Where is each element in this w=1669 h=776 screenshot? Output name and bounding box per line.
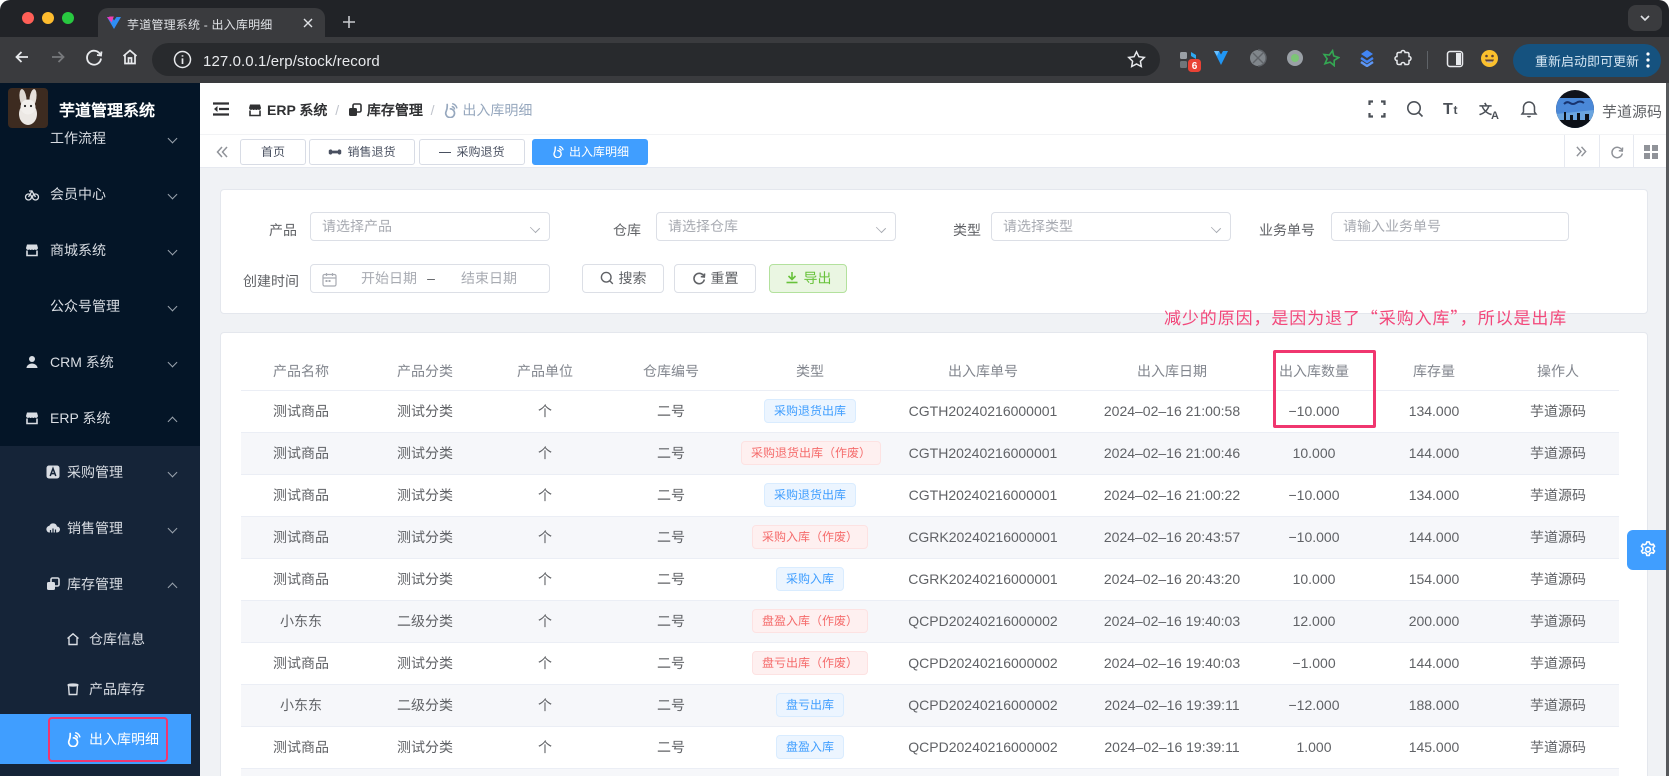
svg-text:T: T bbox=[1443, 101, 1453, 118]
svg-text:6: 6 bbox=[1192, 61, 1198, 72]
svg-text:t: t bbox=[1454, 103, 1458, 117]
